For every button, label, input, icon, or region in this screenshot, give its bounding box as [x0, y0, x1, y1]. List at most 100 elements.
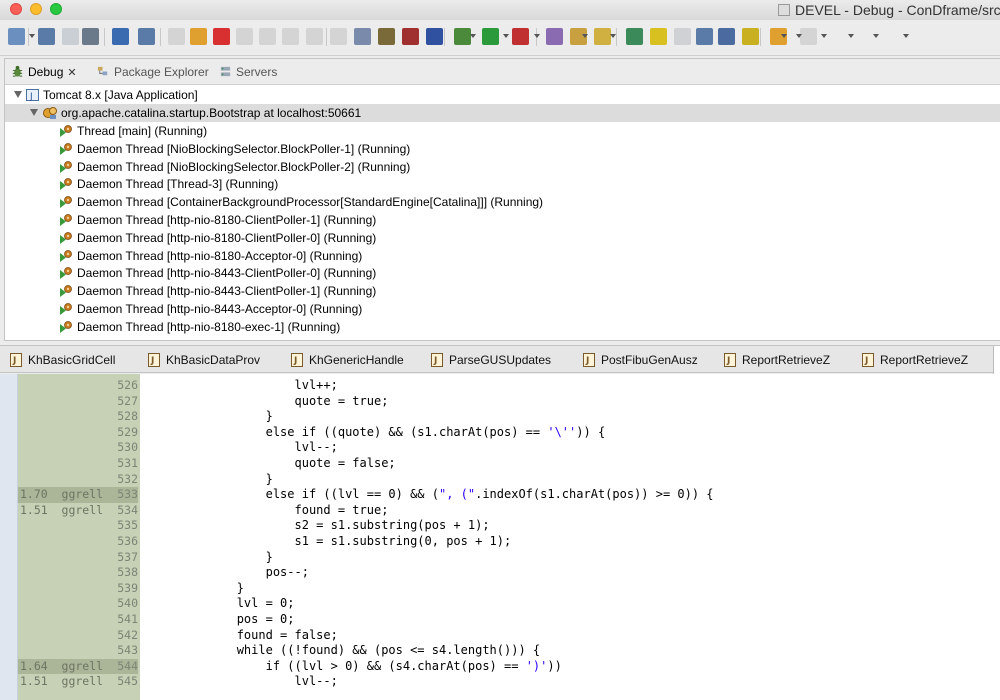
breakpoint-remove-icon[interactable] — [402, 28, 419, 45]
use-step-filters-icon[interactable] — [354, 28, 371, 45]
line-number: 526 — [117, 378, 138, 392]
tree-process-row[interactable]: org.apache.catalina.startup.Bootstrap at… — [5, 104, 1000, 122]
editor-tab[interactable]: KhGenericHandle — [291, 352, 404, 369]
servers-icon — [220, 66, 231, 77]
minimize-window-button[interactable] — [30, 3, 42, 15]
code-token: } — [150, 471, 273, 486]
code-text[interactable]: else if ((quote) && (s1.charAt(pos) == '… — [150, 425, 606, 441]
code-text[interactable]: s2 = s1.substring(pos + 1); — [150, 518, 489, 534]
code-text[interactable]: } — [150, 472, 273, 488]
line-number: 533 — [117, 487, 138, 502]
tree-thread-row[interactable]: Daemon Thread [http-nio-8180-exec-1] (Ru… — [5, 318, 1000, 336]
code-text[interactable]: s1 = s1.substring(0, pos + 1); — [150, 534, 511, 550]
tree-thread-row[interactable]: Daemon Thread [http-nio-8443-Acceptor-0]… — [5, 300, 1000, 318]
open-type-icon[interactable] — [546, 28, 563, 45]
toggle-highlight-icon[interactable] — [650, 28, 667, 45]
code-text[interactable]: else if ((lvl == 0) && (", (".indexOf(s1… — [150, 487, 714, 503]
close-window-button[interactable] — [10, 3, 22, 15]
tree-thread-row[interactable]: Daemon Thread [ContainerBackgroundProces… — [5, 193, 1000, 211]
skip-breakpoints-icon[interactable] — [138, 28, 155, 45]
dropdown-arrow-icon[interactable] — [534, 34, 540, 38]
save-icon[interactable] — [38, 28, 55, 45]
more-tabs-button[interactable] — [993, 346, 1000, 374]
code-text[interactable]: quote = true; — [150, 394, 388, 410]
dropdown-arrow-icon[interactable] — [470, 34, 476, 38]
dropdown-arrow-icon[interactable] — [582, 34, 588, 38]
tree-thread-row[interactable]: Daemon Thread [http-nio-8443-ClientPolle… — [5, 282, 1000, 300]
editor-tab[interactable]: KhBasicGridCell — [10, 352, 115, 369]
java-file-icon — [431, 353, 443, 369]
step-over-icon[interactable] — [282, 28, 299, 45]
editor-tab[interactable]: ReportRetrieveZ — [862, 352, 968, 369]
editor-tab[interactable]: ParseGUSUpdates — [431, 352, 551, 369]
dropdown-arrow-icon[interactable] — [821, 34, 827, 38]
tab-debug[interactable]: Debug ✕ — [11, 64, 77, 80]
code-text[interactable]: lvl--; — [150, 440, 337, 456]
search-icon[interactable] — [594, 28, 611, 45]
code-text[interactable]: pos--; — [150, 565, 309, 581]
next-annotation-icon[interactable] — [718, 28, 735, 45]
step-into-icon[interactable] — [259, 28, 276, 45]
tree-thread-row[interactable]: Thread [main] (Running) — [5, 122, 1000, 140]
code-text[interactable]: } — [150, 409, 273, 425]
editor-tab[interactable]: ReportRetrieveZ — [724, 352, 830, 369]
thread-label: Daemon Thread [http-nio-8443-Acceptor-0]… — [77, 302, 363, 316]
code-editor[interactable]: 526 lvl++; 527 quote = true; 528 } 529 else… — [0, 374, 1000, 700]
tree-thread-row[interactable]: Daemon Thread [http-nio-8180-ClientPolle… — [5, 211, 1000, 229]
code-text[interactable]: lvl = 0; — [150, 596, 295, 612]
debug-run-icon[interactable] — [454, 28, 471, 45]
tab-package-explorer[interactable]: Package Explorer — [97, 64, 209, 80]
terminate-icon[interactable] — [213, 28, 230, 45]
code-text[interactable]: lvl++; — [150, 378, 337, 394]
breakpoint-icon[interactable] — [378, 28, 395, 45]
show-whitespace-icon[interactable] — [674, 28, 691, 45]
code-text[interactable]: pos = 0; — [150, 612, 295, 628]
save-all-icon[interactable] — [62, 28, 79, 45]
tree-launch-row[interactable]: J Tomcat 8.x [Java Application] — [5, 86, 1000, 104]
code-text[interactable]: found = true; — [150, 503, 388, 519]
code-text[interactable]: if ((lvl > 0) && (s4.charAt(pos) == ')')… — [150, 659, 562, 675]
tree-thread-row[interactable]: Daemon Thread [NioBlockingSelector.Block… — [5, 140, 1000, 158]
breakpoint-remove-all-icon[interactable] — [426, 28, 443, 45]
dropdown-arrow-icon[interactable] — [781, 34, 787, 38]
run-icon[interactable] — [482, 28, 499, 45]
dropdown-arrow-icon[interactable] — [29, 34, 35, 38]
code-text[interactable]: } — [150, 550, 273, 566]
tree-thread-row[interactable]: Daemon Thread [Thread-3] (Running) — [5, 175, 1000, 193]
tab-servers[interactable]: Servers — [219, 64, 277, 80]
code-text[interactable]: lvl--; — [150, 674, 337, 690]
drop-to-frame-icon[interactable] — [330, 28, 347, 45]
dropdown-arrow-icon[interactable] — [903, 34, 909, 38]
block-selection-icon[interactable] — [696, 28, 713, 45]
close-icon[interactable]: ✕ — [67, 65, 76, 81]
dropdown-arrow-icon[interactable] — [848, 34, 854, 38]
suspend-icon[interactable] — [190, 28, 207, 45]
disconnect-icon[interactable] — [236, 28, 253, 45]
annotation-icon[interactable] — [626, 28, 643, 45]
tree-thread-row[interactable]: Daemon Thread [http-nio-8180-ClientPolle… — [5, 229, 1000, 247]
resume-icon[interactable] — [168, 28, 185, 45]
dropdown-arrow-icon[interactable] — [503, 34, 509, 38]
prev-annotation-icon[interactable] — [742, 28, 759, 45]
tree-thread-row[interactable]: Daemon Thread [http-nio-8443-ClientPolle… — [5, 264, 1000, 282]
expand-icon[interactable] — [14, 91, 22, 98]
expand-icon[interactable] — [30, 109, 38, 116]
editor-tab[interactable]: KhBasicDataProv — [148, 352, 260, 369]
code-text[interactable]: quote = false; — [150, 456, 395, 472]
dropdown-arrow-icon[interactable] — [796, 34, 802, 38]
step-return-icon[interactable] — [306, 28, 323, 45]
tree-thread-row[interactable]: Daemon Thread [NioBlockingSelector.Block… — [5, 158, 1000, 176]
code-text[interactable]: found = false; — [150, 628, 338, 644]
new-icon[interactable] — [8, 28, 25, 45]
editor-tab[interactable]: PostFibuGenAusz — [583, 352, 698, 369]
dropdown-arrow-icon[interactable] — [873, 34, 879, 38]
print-icon[interactable] — [82, 28, 99, 45]
debug-perspective-icon[interactable] — [112, 28, 129, 45]
dropdown-arrow-icon[interactable] — [610, 34, 616, 38]
forward-icon[interactable] — [800, 28, 817, 45]
code-text[interactable]: } — [150, 581, 244, 597]
maximize-window-button[interactable] — [50, 3, 62, 15]
code-text[interactable]: while ((!found) && (pos <= s4.length()))… — [150, 643, 540, 659]
external-tools-icon[interactable] — [512, 28, 529, 45]
tree-thread-row[interactable]: Daemon Thread [http-nio-8180-Acceptor-0]… — [5, 247, 1000, 265]
